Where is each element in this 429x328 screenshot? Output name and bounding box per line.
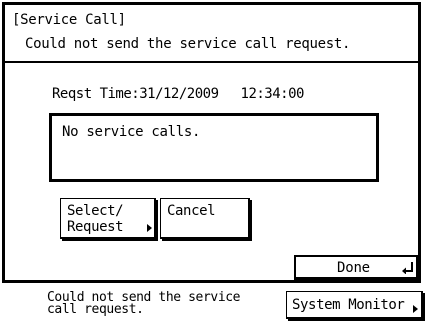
system-monitor-label: System Monitor [292,297,405,313]
page-title: [Service Call] [12,12,126,28]
list-empty-text: No service calls. [62,124,201,140]
done-label: Done [337,260,370,276]
request-time: Reqst Time:31/12/2009 12:34:00 [52,85,304,103]
select-request-button[interactable]: Select/ Request [60,198,156,239]
select-request-label-line2: Request [67,219,124,235]
touch-panel-screen: [Service Call] Could not send the servic… [0,0,429,328]
arrow-right-icon [413,305,418,313]
status-bar: Could not send the service call request.… [0,287,429,328]
divider [5,61,418,63]
status-message: Could not send the service call request. [25,36,351,52]
cancel-button[interactable]: Cancel [160,198,250,239]
cancel-label: Cancel [167,203,216,219]
request-time-label: Reqst Time:31/12/2009 [52,86,219,102]
system-monitor-button[interactable]: System Monitor [286,291,423,319]
done-button[interactable]: Done [294,255,419,280]
service-call-panel: [Service Call] Could not send the servic… [2,2,421,283]
service-call-list: No service calls. [49,113,379,182]
request-time-value: 12:34:00 [240,86,305,102]
select-request-label-line1: Select/ [67,203,124,219]
arrow-right-icon [147,224,152,232]
status-bar-message-line2: call request. [47,302,144,317]
enter-icon [402,262,413,274]
status-bar-message: Could not send the service call request. [47,291,240,317]
